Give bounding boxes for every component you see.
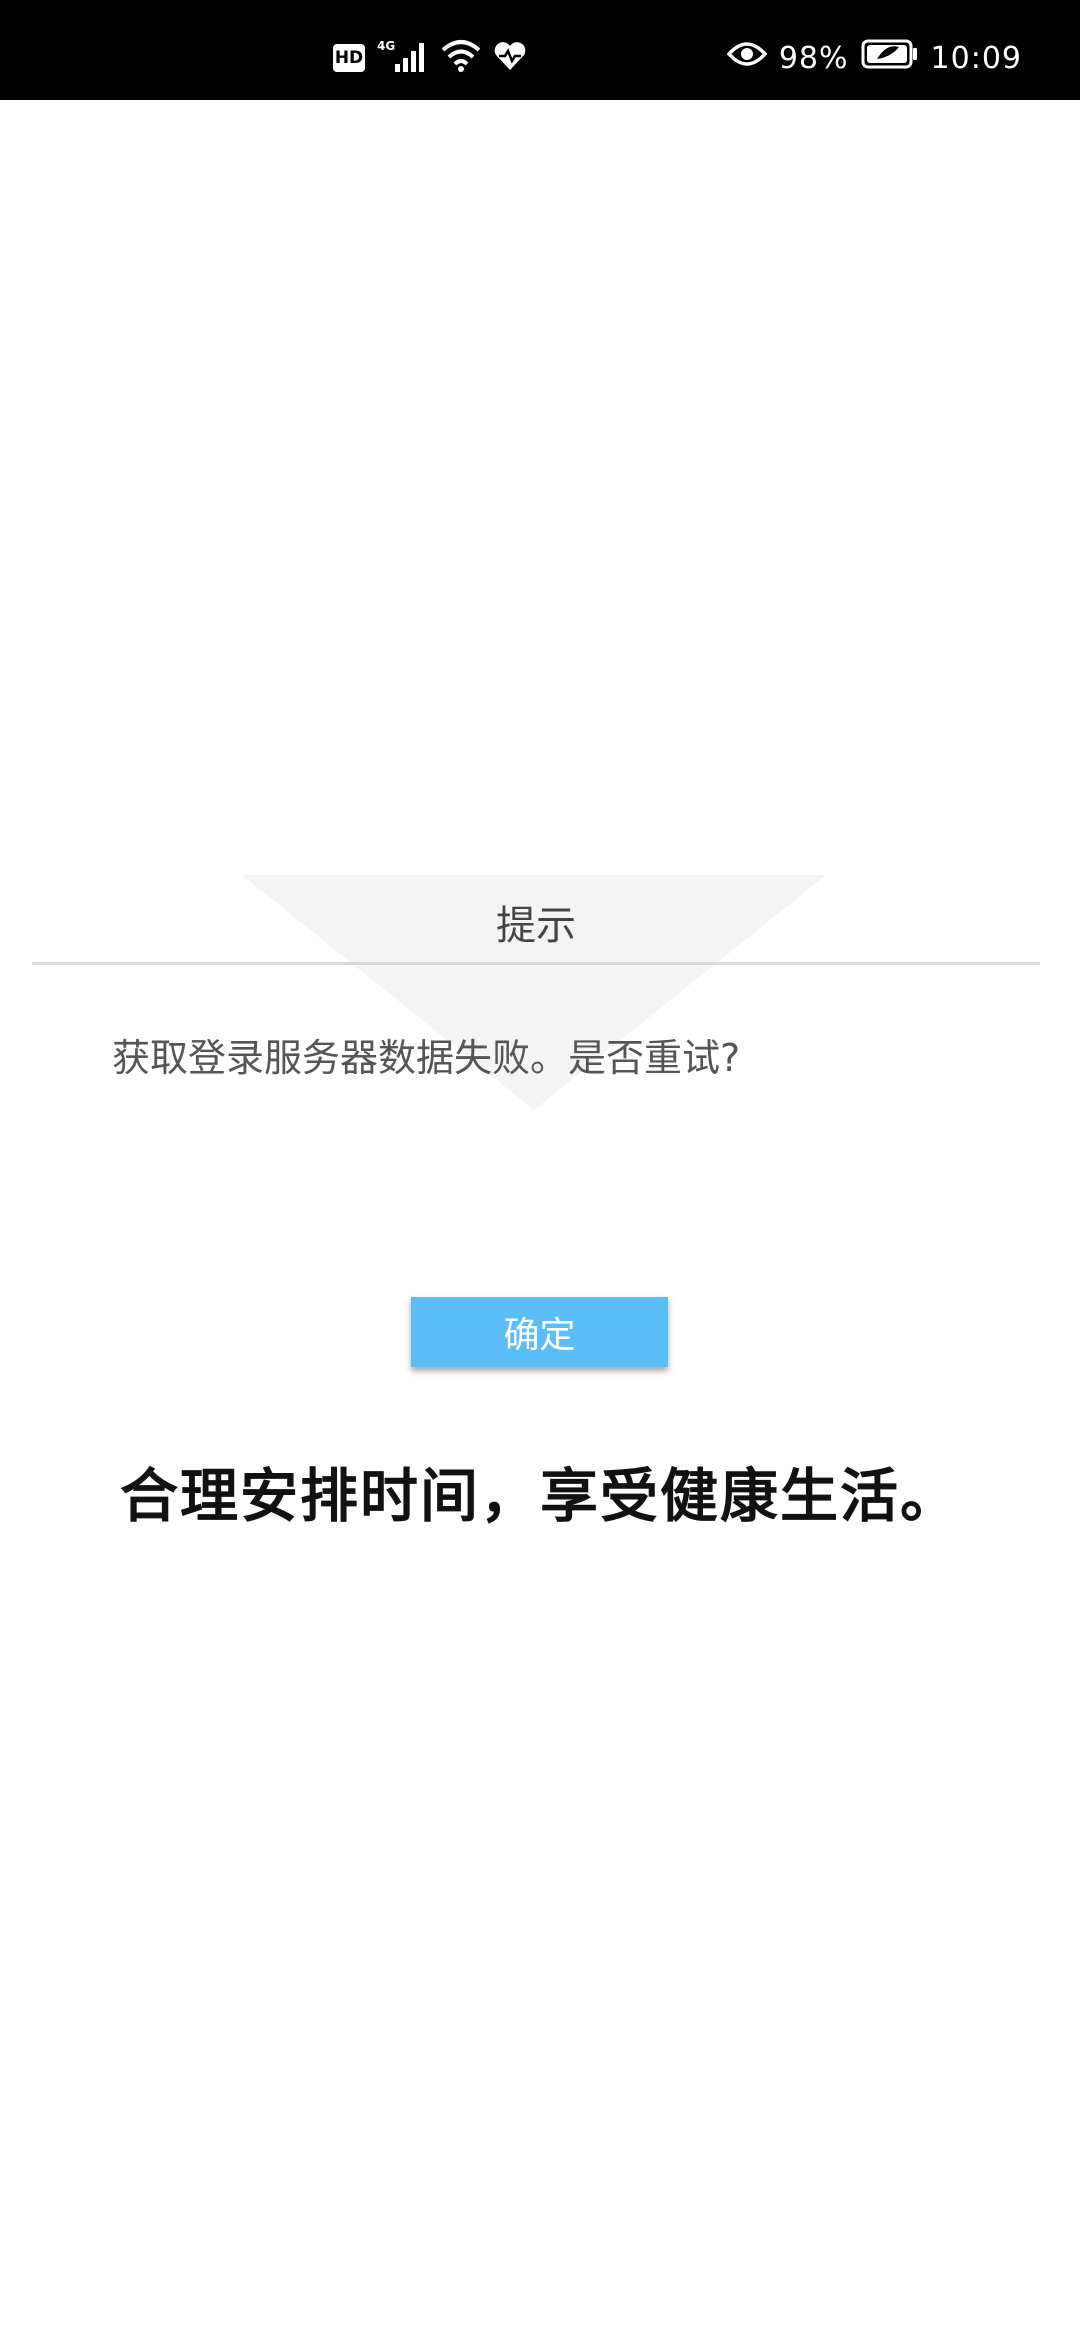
- splash-screen: 提示 获取登录服务器数据失败。是否重试? 确定 合理安排时间，享受健康生活。: [0, 100, 1080, 2338]
- confirm-button[interactable]: 确定: [411, 1297, 668, 1367]
- dialog-title: 提示: [496, 903, 576, 949]
- status-left-icons: HD 4G: [333, 38, 527, 78]
- hd-badge-icon: HD: [333, 44, 365, 72]
- status-bar: HD 4G 98% 10:09: [0, 0, 1080, 100]
- clock: 10:09: [930, 40, 1022, 76]
- eye-icon: [726, 40, 768, 76]
- battery-percent: 98%: [778, 40, 849, 76]
- heart-icon: [493, 40, 527, 76]
- alert-dialog: 提示 获取登录服务器数据失败。是否重试?: [32, 875, 1040, 1135]
- signal-icon: 4G: [377, 38, 429, 78]
- status-right-icons: 98% 10:09: [726, 38, 1022, 78]
- battery-icon: [861, 39, 919, 77]
- network-type-label: 4G: [377, 39, 395, 53]
- dialog-divider: [32, 962, 1040, 965]
- dialog-message: 获取登录服务器数据失败。是否重试?: [112, 1036, 741, 1080]
- splash-slogan: 合理安排时间，享受健康生活。: [119, 1462, 960, 1530]
- wifi-icon: [441, 38, 481, 78]
